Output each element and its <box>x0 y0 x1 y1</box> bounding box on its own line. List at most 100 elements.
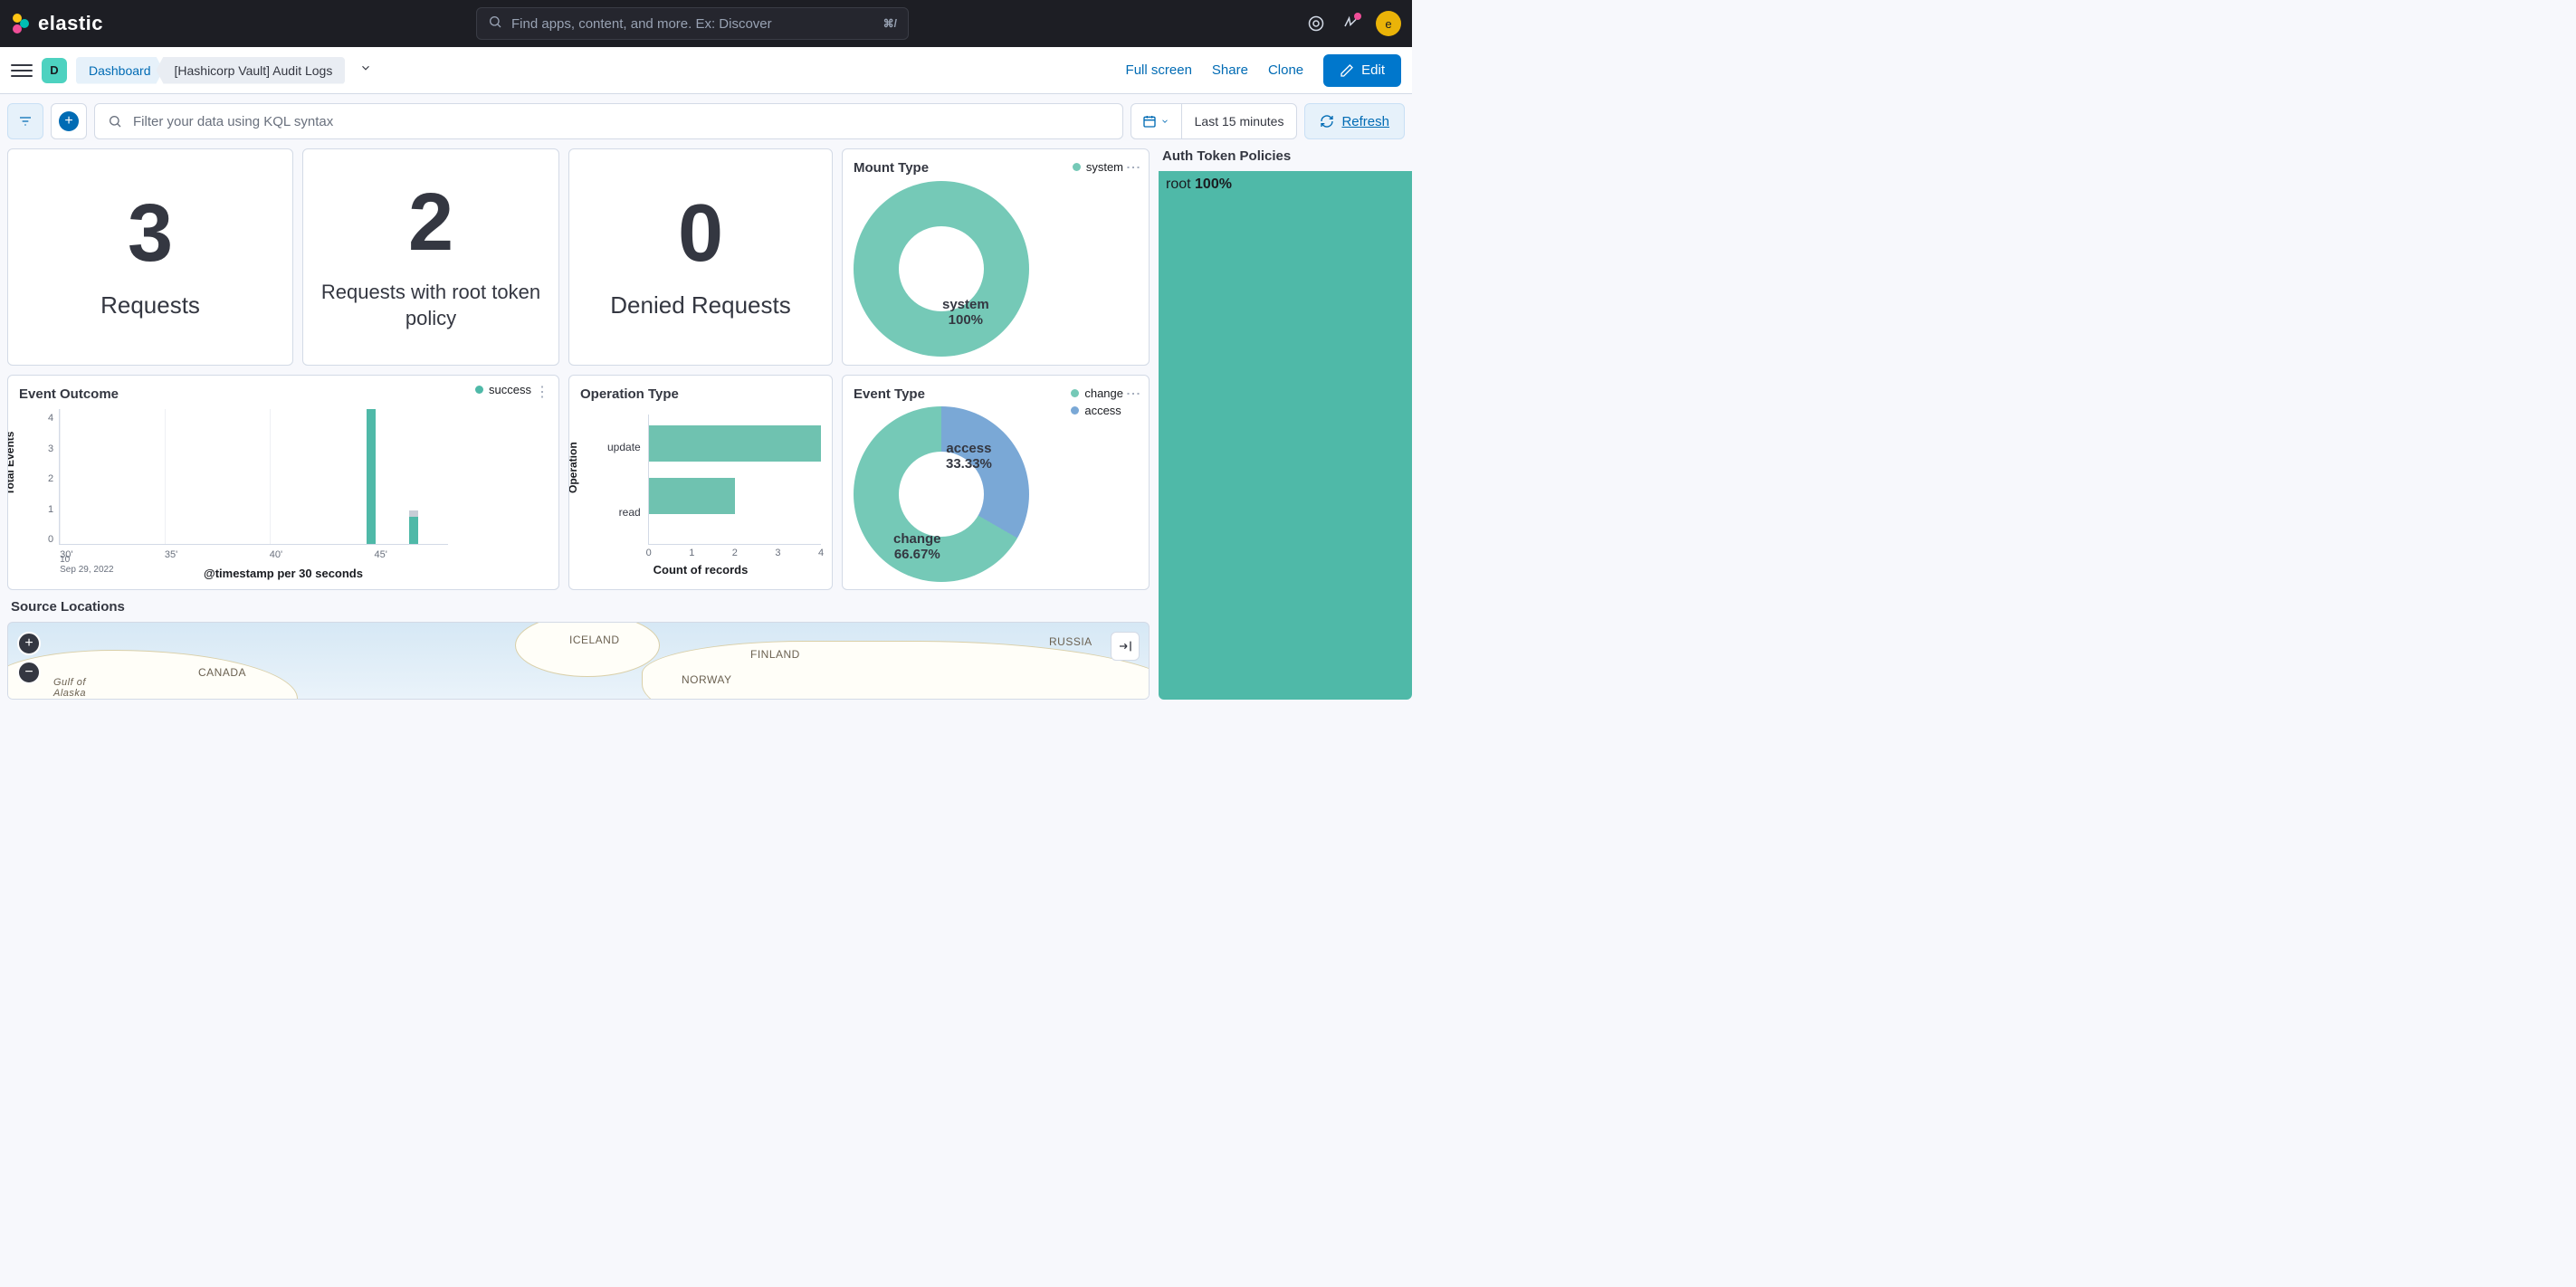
chevron-down-icon <box>1160 117 1169 126</box>
zoom-in-button[interactable]: + <box>17 632 41 655</box>
bar[interactable] <box>367 409 376 544</box>
newsfeed-icon[interactable] <box>1341 14 1360 33</box>
metric-value: 0 <box>678 193 723 274</box>
app-header: D Dashboard [Hashicorp Vault] Audit Logs… <box>0 47 1412 94</box>
legend-label[interactable]: change <box>1084 386 1123 400</box>
donut-chart: access 33.33% change 66.67% <box>854 406 1029 582</box>
legend-swatch <box>1073 163 1081 171</box>
nav-toggle-icon[interactable] <box>11 64 33 77</box>
edit-button-label: Edit <box>1361 62 1385 78</box>
breadcrumb-dashboard[interactable]: Dashboard <box>76 57 164 84</box>
y-axis-ticks: update read <box>607 415 648 545</box>
pencil-icon <box>1340 63 1354 78</box>
chevron-down-icon[interactable] <box>359 62 372 79</box>
panel-operation-type: Operation Type Operation update read 0 1… <box>568 375 833 590</box>
panel-auth-token-policies: Auth Token Policies root 100% <box>1159 148 1412 700</box>
add-filter-button[interactable]: + <box>51 103 87 139</box>
cell-label: root <box>1166 176 1191 192</box>
slice-percent: 100% <box>942 312 989 328</box>
elastic-logo[interactable]: elastic <box>11 12 103 35</box>
dashboard-grid: 3 Requests 2 Requests with root token po… <box>0 148 1412 700</box>
refresh-label: Refresh <box>1341 114 1389 129</box>
filter-icon <box>18 114 33 129</box>
layers-icon <box>1118 639 1132 653</box>
legend-label[interactable]: success <box>489 383 531 396</box>
fullscreen-button[interactable]: Full screen <box>1126 62 1192 78</box>
filter-toggle-button[interactable] <box>7 103 43 139</box>
global-search[interactable]: ⌘/ <box>476 7 909 40</box>
legend-swatch <box>1071 389 1079 397</box>
chart-legend: system <box>1073 160 1123 177</box>
legend-label[interactable]: system <box>1086 160 1123 174</box>
refresh-icon <box>1320 114 1334 129</box>
bar[interactable] <box>649 425 821 462</box>
legend-label[interactable]: access <box>1084 404 1121 417</box>
bar[interactable] <box>649 478 735 514</box>
chart-legend: change access <box>1071 386 1123 421</box>
time-range-label: Last 15 minutes <box>1182 114 1297 129</box>
query-bar: + Last 15 minutes Refresh <box>0 94 1412 148</box>
plus-icon: + <box>59 111 79 131</box>
search-icon <box>108 114 122 129</box>
y-axis-label: Total Events <box>7 432 16 495</box>
refresh-button[interactable]: Refresh <box>1304 103 1405 139</box>
slice-percent: 33.33% <box>946 456 992 472</box>
treemap-cell[interactable]: root 100% <box>1159 171 1412 700</box>
panel-title: Operation Type <box>580 386 821 402</box>
chart-legend: success <box>475 383 531 400</box>
metric-label: Denied Requests <box>610 291 790 321</box>
zoom-out-button[interactable]: − <box>17 661 41 684</box>
breadcrumb: Dashboard [Hashicorp Vault] Audit Logs <box>76 57 345 84</box>
help-icon[interactable] <box>1307 14 1325 33</box>
y-axis-ticks: 4 3 2 1 0 <box>48 409 59 563</box>
calendar-icon <box>1142 114 1157 129</box>
slice-percent: 66.67% <box>893 547 941 562</box>
time-picker[interactable]: Last 15 minutes <box>1131 103 1298 139</box>
cell-percent: 100% <box>1195 176 1232 192</box>
panel-options-icon[interactable]: ⋮ <box>1124 386 1141 402</box>
breadcrumb-current: [Hashicorp Vault] Audit Logs <box>157 57 346 84</box>
metric-value: 2 <box>408 182 453 263</box>
panel-event-type: Event Type change access ⋮ access 33.33%… <box>842 375 1150 590</box>
panel-source-locations: Source Locations Gulf of Alaska CANADA I… <box>7 599 1150 700</box>
metric-label: Requests <box>100 291 200 321</box>
panel-requests: 3 Requests <box>7 148 293 366</box>
query-input-wrapper[interactable] <box>94 103 1123 139</box>
elastic-logo-text: elastic <box>38 12 103 35</box>
bar[interactable] <box>409 517 418 544</box>
layers-toggle-button[interactable] <box>1111 632 1140 661</box>
slice-label: change <box>893 531 941 547</box>
panel-event-outcome: Event Outcome success ⋮ Total Events 4 3… <box>7 375 559 590</box>
global-header: elastic ⌘/ e <box>0 0 1412 47</box>
y-axis-label: Operation <box>568 442 579 493</box>
share-button[interactable]: Share <box>1212 62 1248 78</box>
panel-title: Auth Token Policies <box>1159 148 1412 164</box>
panel-title: Event Outcome <box>19 386 548 402</box>
notification-dot <box>1354 13 1361 20</box>
slice-label: access <box>946 441 992 456</box>
search-shortcut-hint: ⌘/ <box>883 17 897 30</box>
slice-label: system <box>942 297 989 312</box>
elastic-logo-icon <box>11 14 31 33</box>
legend-swatch <box>1071 406 1079 415</box>
kql-query-input[interactable] <box>133 114 1110 129</box>
space-selector[interactable]: D <box>42 58 67 83</box>
panel-root-requests: 2 Requests with root token policy <box>302 148 559 366</box>
x-axis-label: Count of records <box>580 563 821 577</box>
clone-button[interactable]: Clone <box>1268 62 1303 78</box>
edit-button[interactable]: Edit <box>1323 54 1401 87</box>
metric-label: Requests with root token policy <box>314 280 548 331</box>
panel-title: Source Locations <box>7 599 1150 615</box>
global-search-input[interactable] <box>511 16 874 32</box>
bar-chart: 0 1 2 3 4 <box>648 415 821 545</box>
search-icon <box>488 14 502 33</box>
bar-chart: 30' 35' 40' 45' 10 Sep 29, 2022 <box>59 409 448 545</box>
metric-value: 3 <box>128 193 173 274</box>
panel-denied-requests: 0 Denied Requests <box>568 148 833 366</box>
panel-mount-type: Mount Type system ⋮ system 100% <box>842 148 1150 366</box>
donut-chart: system 100% <box>854 181 1029 357</box>
map-canvas[interactable]: Gulf of Alaska CANADA ICELAND NORWAY FIN… <box>7 622 1150 700</box>
panel-options-icon[interactable]: ⋮ <box>535 383 549 401</box>
panel-options-icon[interactable]: ⋮ <box>1124 160 1141 176</box>
user-avatar[interactable]: e <box>1376 11 1401 36</box>
